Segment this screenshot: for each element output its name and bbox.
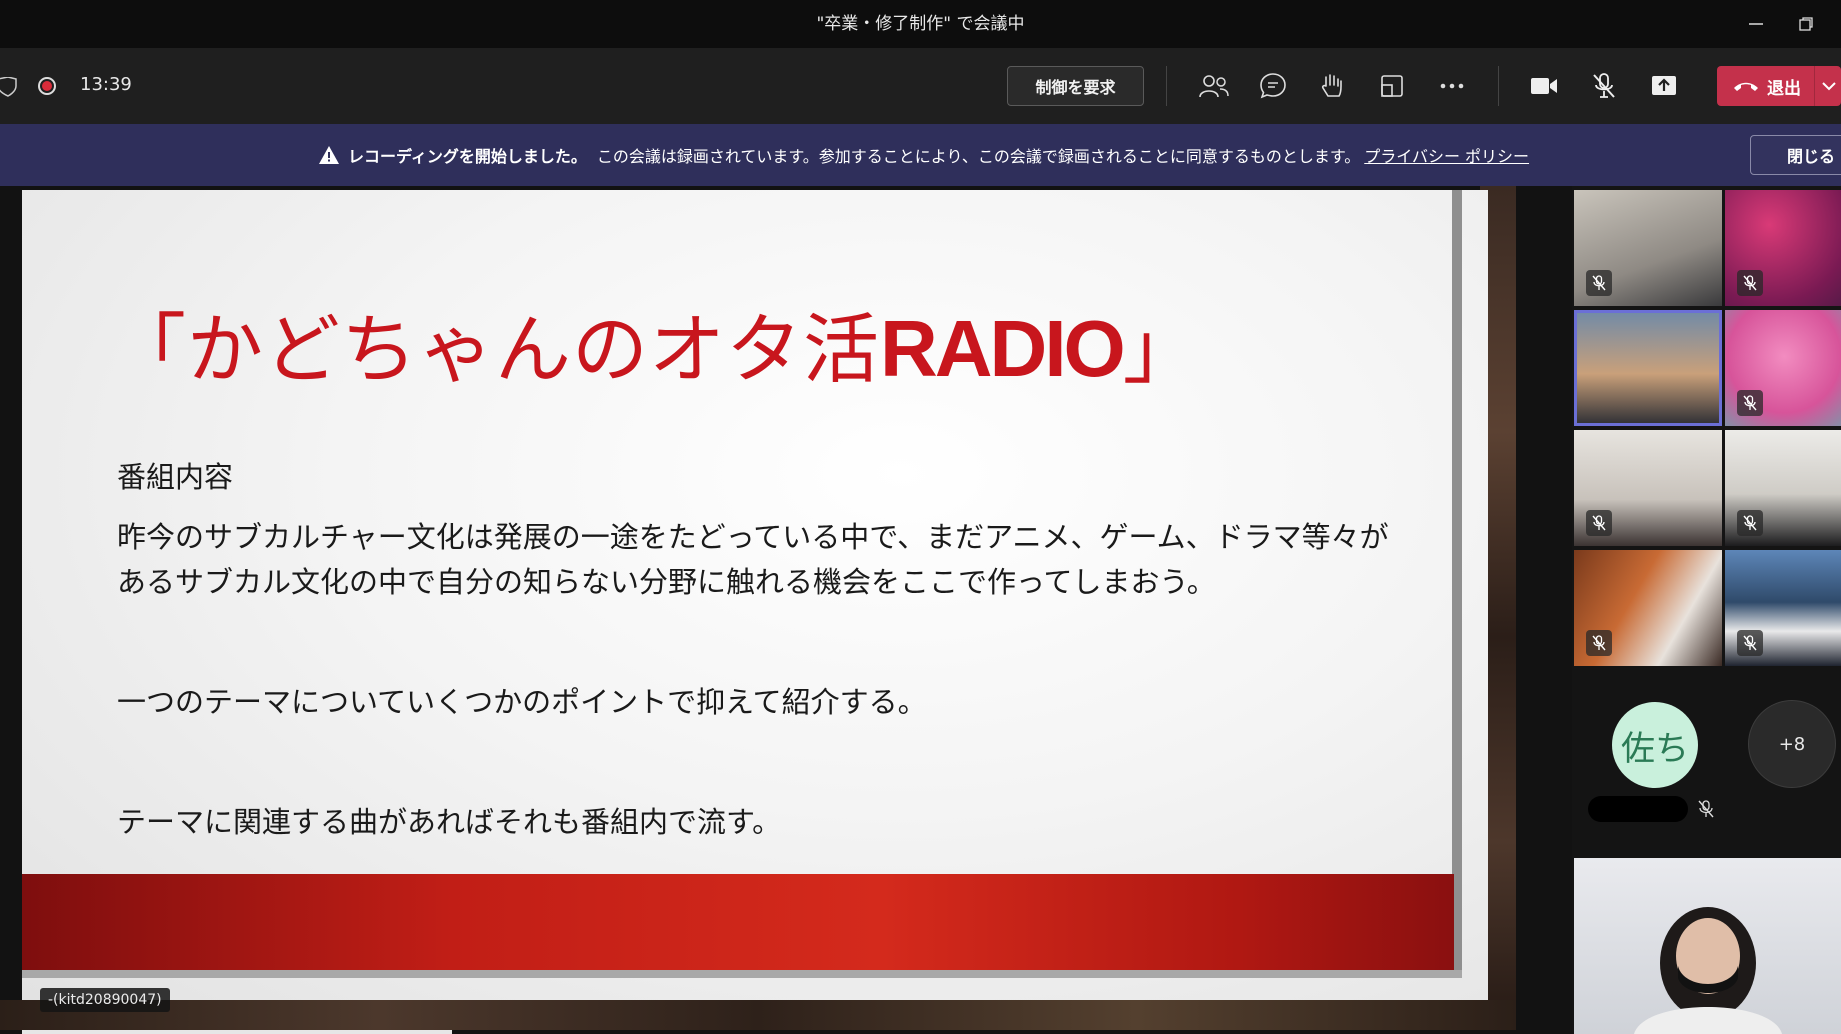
share-icon xyxy=(1652,76,1676,95)
mic-off-icon xyxy=(1743,515,1757,531)
mic-button[interactable] xyxy=(1584,66,1624,106)
slide-red-band xyxy=(22,874,1454,970)
presenter-name-tag: -(kitd20890047) xyxy=(40,988,170,1012)
chevron-down-icon xyxy=(1821,82,1836,91)
slide-title-main: かどちゃんのオタ活 xyxy=(187,305,880,394)
mic-muted-badge xyxy=(1737,510,1763,536)
participant-video-tile[interactable] xyxy=(1574,430,1722,546)
slide-heading: 番組内容 xyxy=(117,460,234,494)
self-video-preview[interactable] xyxy=(1574,858,1841,1034)
participant-video-tile[interactable] xyxy=(1725,550,1841,666)
camera-icon xyxy=(1531,78,1557,94)
window-title: "卒業・修了制作" で会議中 xyxy=(816,14,1025,34)
leave-label: 退出 xyxy=(1767,78,1801,99)
close-banner-button[interactable]: 閉じる xyxy=(1750,135,1841,175)
mic-muted-badge xyxy=(1586,630,1612,656)
slide-frame xyxy=(1452,190,1462,976)
slide-title-open-bracket: 「 xyxy=(110,305,187,394)
camera-button[interactable] xyxy=(1524,66,1564,106)
participant-video-tile[interactable] xyxy=(1574,190,1722,306)
banner-body: この会議は録画されています。参加することにより、この会議で録画されることに同意す… xyxy=(596,147,1361,166)
recording-indicator-icon xyxy=(38,77,56,95)
mic-muted-badge xyxy=(1586,270,1612,296)
participant-avatar[interactable]: 佐ち xyxy=(1612,702,1698,788)
toolbar-divider xyxy=(1166,66,1167,106)
privacy-policy-link[interactable]: プライバシー ポリシー xyxy=(1364,143,1529,167)
minimize-button[interactable] xyxy=(1736,8,1776,40)
mic-off-icon xyxy=(1592,275,1606,291)
raise-hand-icon xyxy=(1321,74,1342,97)
participant-video-tile[interactable] xyxy=(1725,430,1841,546)
redacted-participant-name xyxy=(1588,796,1688,822)
slide-text-line: 一つのテーマについていくつかのポイントで抑えて紹介する。 xyxy=(117,685,927,719)
share-button[interactable] xyxy=(1644,66,1684,106)
chat-button[interactable] xyxy=(1253,66,1293,106)
chat-icon xyxy=(1260,73,1286,99)
hang-up-icon xyxy=(1734,82,1758,91)
shield-icon xyxy=(0,76,18,101)
more-icon xyxy=(1440,83,1464,89)
mic-off-icon xyxy=(1592,635,1606,651)
mic-muted-badge xyxy=(1586,510,1612,536)
slide-background-bottom xyxy=(0,1000,1516,1030)
toolbar-divider xyxy=(1498,66,1499,106)
participant-video-tile[interactable] xyxy=(1725,190,1841,306)
mic-off-icon xyxy=(1698,800,1714,822)
meeting-toolbar xyxy=(0,48,1841,124)
minimize-icon xyxy=(1749,23,1763,25)
mic-off-icon xyxy=(1743,635,1757,651)
mic-muted-badge xyxy=(1737,630,1763,656)
mic-off-icon xyxy=(1592,515,1606,531)
slide-text-line: テーマに関連する曲があればそれも番組内で流す。 xyxy=(117,805,782,839)
mic-off-icon xyxy=(1593,73,1615,98)
banner-title: レコーディングを開始しました。 xyxy=(348,147,587,166)
mic-off-icon xyxy=(1743,395,1757,411)
participant-video-tile-speaking[interactable] xyxy=(1574,310,1722,426)
leave-options-button[interactable] xyxy=(1814,66,1841,106)
slide-band-border xyxy=(22,970,1462,978)
mic-muted-badge xyxy=(1737,270,1763,296)
more-options-button[interactable] xyxy=(1432,66,1472,106)
slide-text-line: あるサブカル文化の中で自分の知らない分野に触れる機会をここで作ってしまおう。 xyxy=(117,565,1216,599)
people-button[interactable] xyxy=(1194,66,1234,106)
meeting-timer: 13:39 xyxy=(80,74,132,95)
progress-strip xyxy=(22,1030,452,1034)
more-participants-button[interactable]: +8 xyxy=(1748,700,1836,788)
mic-muted-badge xyxy=(1737,390,1763,416)
participant-video-tile[interactable] xyxy=(1574,550,1722,666)
take-control-button[interactable]: 制御を要求 xyxy=(1007,66,1144,106)
restore-icon xyxy=(1799,17,1813,31)
restore-button[interactable] xyxy=(1786,8,1826,40)
participant-video-tile[interactable] xyxy=(1725,310,1841,426)
slide-text-line: 昨今のサブカルチャー文化は発展の一途をたどっている中で、まだアニメ、ゲーム、ドラ… xyxy=(117,520,1389,554)
self-view-person xyxy=(1634,907,1782,1034)
slide-title: 「かどちゃんのオタ活RADIO」 xyxy=(110,288,1200,398)
people-icon xyxy=(1199,75,1229,98)
slide-title-radio: RADIO xyxy=(880,304,1126,393)
recording-banner-message: レコーディングを開始しました。 この会議は録画されています。参加することにより、… xyxy=(318,124,1529,186)
rooms-icon xyxy=(1381,75,1403,97)
rooms-button[interactable] xyxy=(1372,66,1412,106)
mic-off-icon xyxy=(1743,275,1757,291)
raise-hand-button[interactable] xyxy=(1312,66,1352,106)
warning-icon xyxy=(319,146,339,164)
slide-title-close-bracket: 」 xyxy=(1122,305,1200,394)
